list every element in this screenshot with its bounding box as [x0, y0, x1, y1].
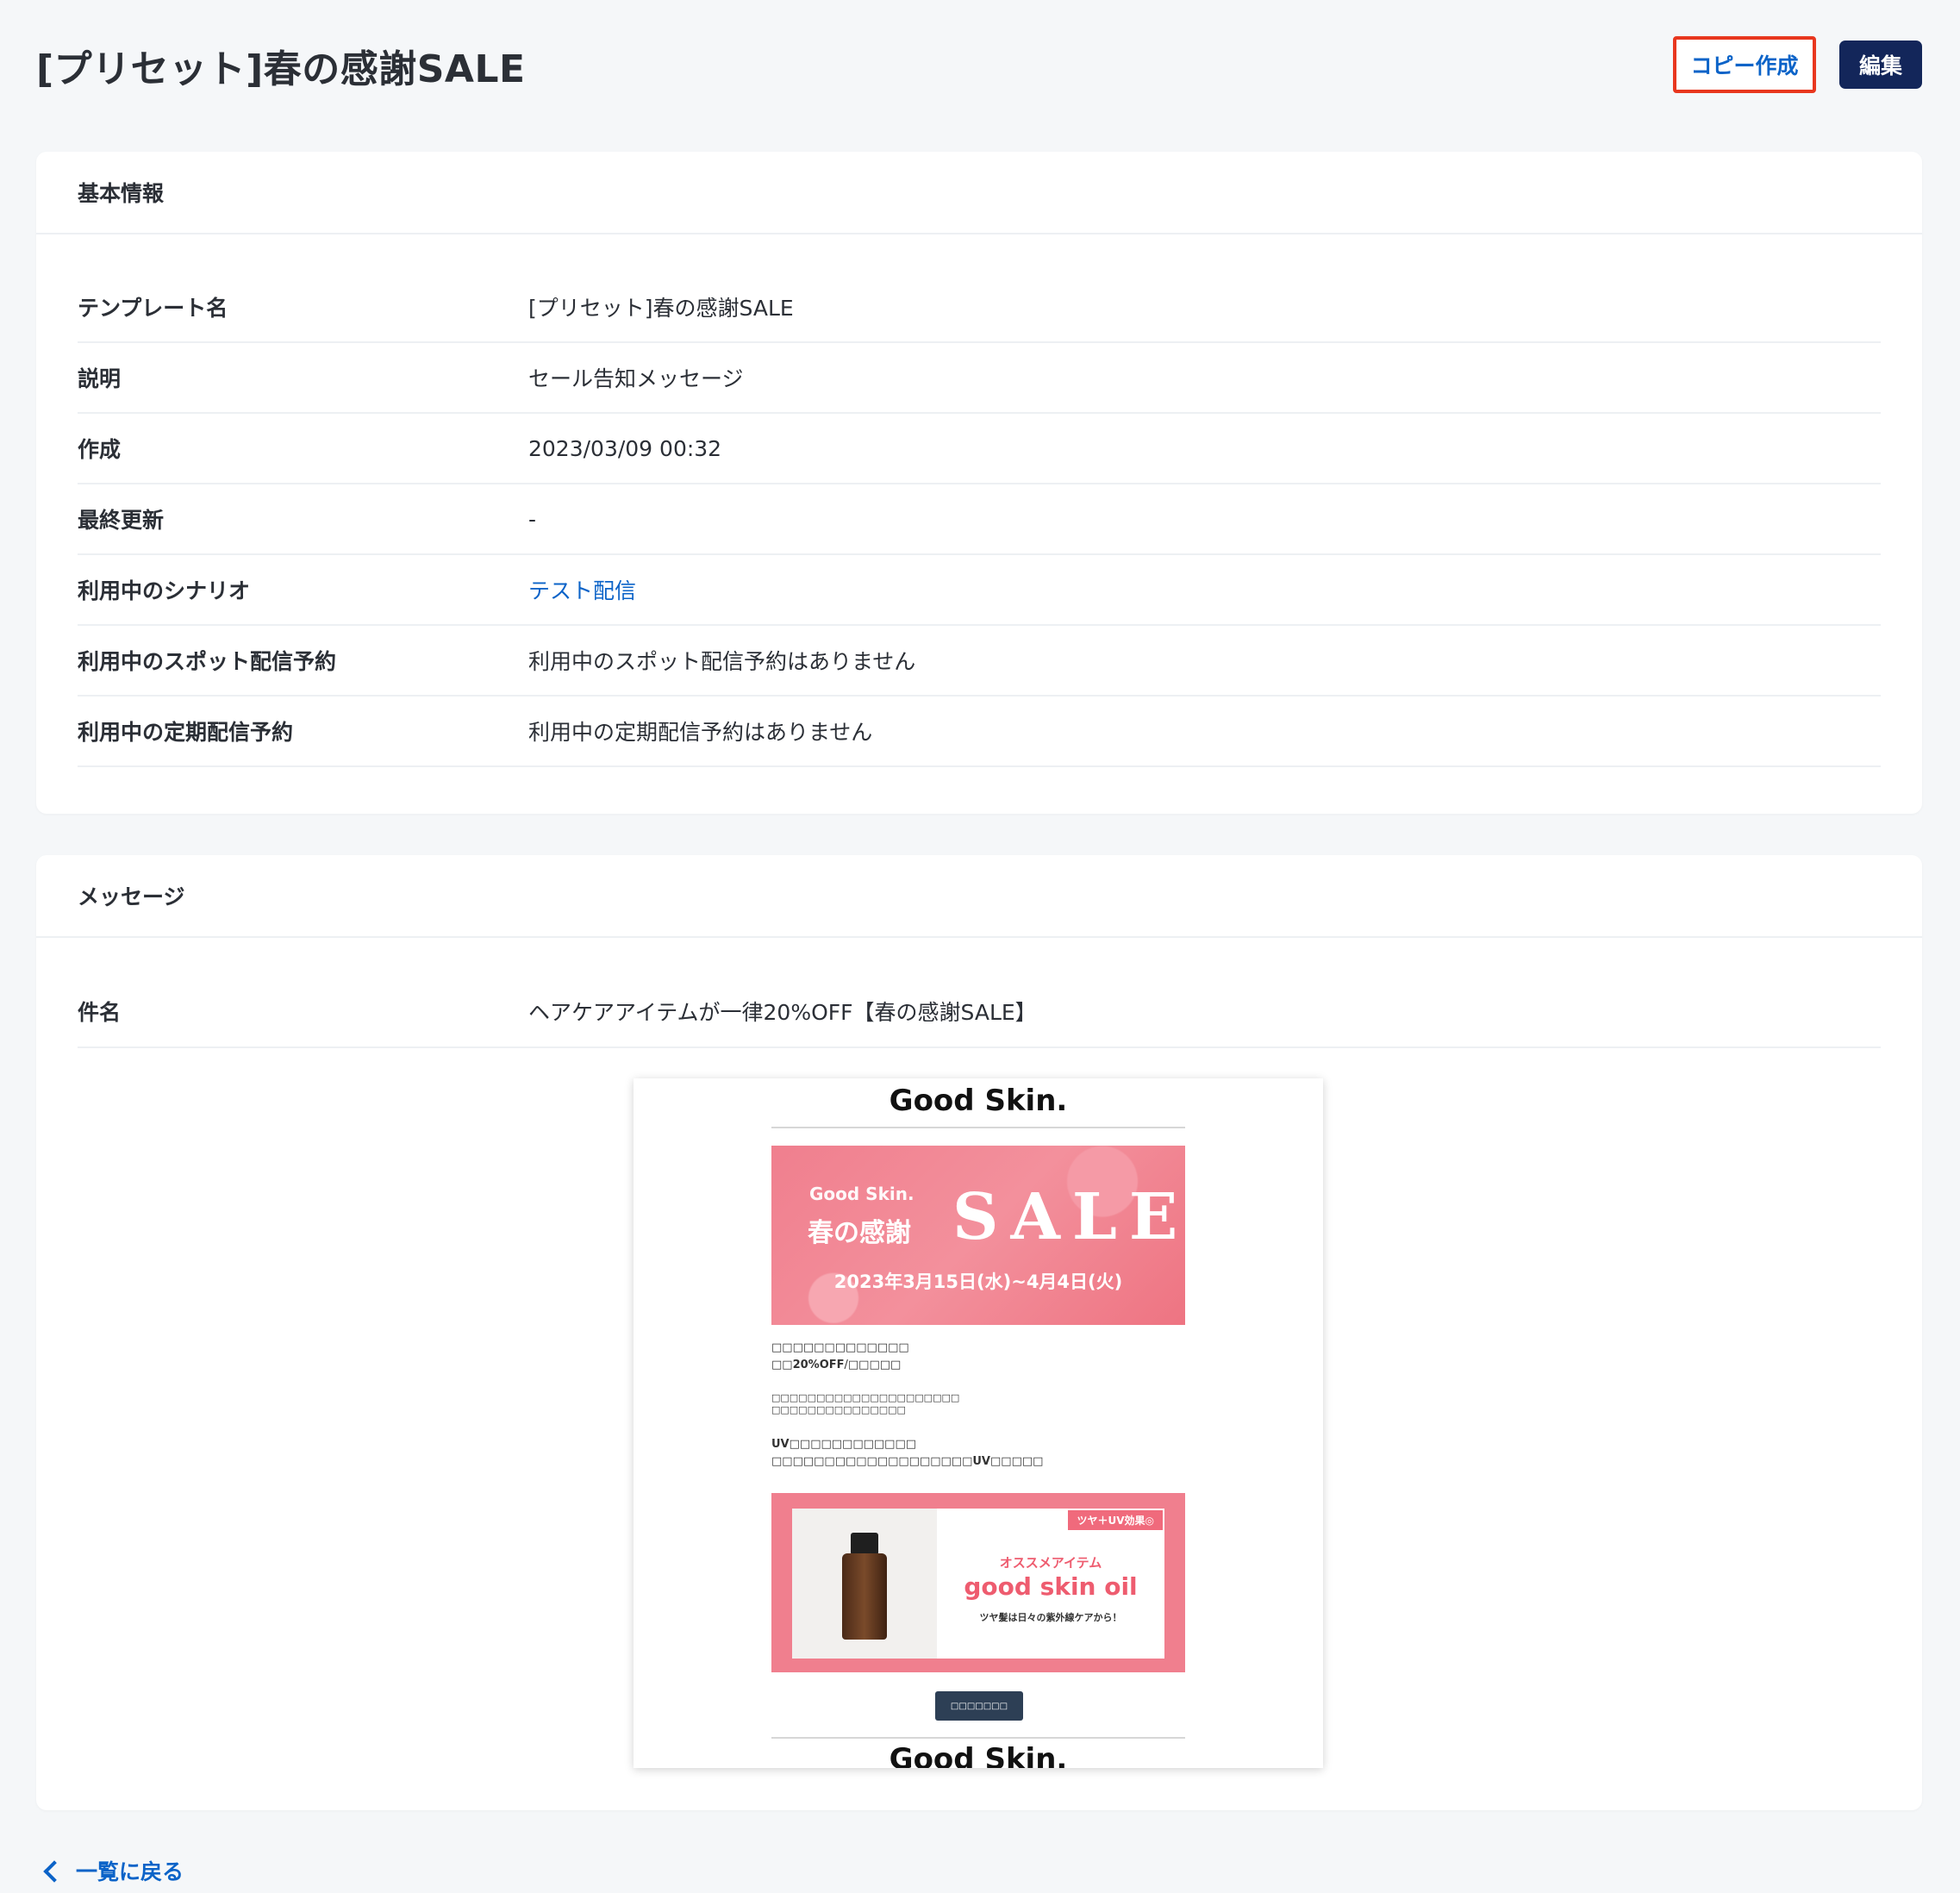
row-label: テンプレート名 [78, 296, 228, 321]
product-card: ツヤ＋UV効果◎ オススメアイテム good skin oil ツヤ髪は日々の紫… [792, 1509, 1164, 1659]
preview-text-line: □□□□□□□□□□□□□ [771, 1341, 909, 1354]
row-label: 件名 [78, 1000, 122, 1025]
edit-button[interactable]: 編集 [1839, 41, 1922, 89]
banner-spring: 春の感謝 [808, 1218, 911, 1248]
page-title: [プリセット]春の感謝SALE [36, 47, 526, 91]
row-created: 作成 2023/03/09 00:32 [78, 414, 1881, 484]
chevron-left-icon [43, 1860, 66, 1883]
scenario-link[interactable]: テスト配信 [528, 574, 636, 605]
preview-footer-logo: Good Skin. [889, 1742, 1068, 1768]
preview-product-banner: ツヤ＋UV効果◎ オススメアイテム good skin oil ツヤ髪は日々の紫… [771, 1493, 1185, 1672]
preview-text-bold: UV [771, 1438, 790, 1451]
oil-bottle-cap [851, 1533, 878, 1555]
product-photo [792, 1509, 937, 1659]
preview-sale-banner: Good Skin. 春の感謝 SALE 2023年3月15日(水)~4月4日(… [771, 1146, 1185, 1325]
preview-text-line: □□□□□□□□□□□□□□□□□□□UV□□□□□ [771, 1454, 1043, 1470]
row-value: - [528, 506, 537, 532]
row-subject: 件名 ヘアケアアイテムが一律20%OFF【春の感謝SALE】 [78, 976, 1881, 1048]
preview-divider [771, 1737, 1185, 1739]
row-label: 利用中の定期配信予約 [78, 720, 294, 745]
preview-text-line: UV□□□□□□□□□□□□ [771, 1437, 916, 1453]
back-to-list-link[interactable]: 一覧に戻る [43, 1855, 184, 1886]
basic-info-card: 基本情報 テンプレート名 [プリセット]春の感謝SALE 説明 セール告知メッセ… [36, 152, 1922, 814]
preview-text-part: □□□□□ [990, 1455, 1044, 1468]
preview-text-part: □□ [771, 1359, 793, 1371]
row-label: 作成 [78, 437, 122, 462]
preview-text-part: □□□□□□□□□□□□□□□□□□□ [771, 1455, 973, 1468]
copy-create-button[interactable]: コピー作成 [1673, 36, 1816, 93]
row-label: 利用中のシナリオ [78, 578, 251, 603]
row-value: 2023/03/09 00:32 [528, 435, 722, 461]
product-recommend: オススメアイテム [999, 1555, 1102, 1571]
message-rows: 件名 ヘアケアアイテムが一律20%OFF【春の感謝SALE】 [36, 938, 1922, 1048]
preview-text-part: □□□□□□□□□□□□ [789, 1438, 917, 1451]
basic-info-rows: テンプレート名 [プリセット]春の感謝SALE 説明 セール告知メッセージ 作成… [36, 234, 1922, 767]
row-recurring-delivery: 利用中の定期配信予約 利用中の定期配信予約はありません [78, 697, 1881, 767]
preview-divider [771, 1127, 1185, 1128]
preview-text-line: □□□□□□□□□□□□□□□ [771, 1404, 906, 1415]
row-value: セール告知メッセージ [528, 366, 744, 391]
row-scenario: 利用中のシナリオ テスト配信 [78, 555, 1881, 626]
row-label: 最終更新 [78, 508, 165, 533]
row-template-name: テンプレート名 [プリセット]春の感謝SALE [78, 272, 1881, 343]
banner-date: 2023年3月15日(水)~4月4日(火) [833, 1271, 1123, 1292]
preview-text-line: □□□□□□□□□□□□□□□□□□□□□ [771, 1392, 960, 1403]
row-value: ヘアケアアイテムが一律20%OFF【春の感謝SALE】 [528, 1000, 1037, 1025]
product-name: good skin oil [964, 1572, 1138, 1601]
row-spot-delivery: 利用中のスポット配信予約 利用中のスポット配信予約はありません [78, 626, 1881, 697]
basic-info-heading: 基本情報 [36, 152, 1922, 234]
row-label: 説明 [78, 366, 122, 391]
preview-cta-button: □□□□□□□ [935, 1691, 1023, 1721]
product-tag: ツヤ＋UV効果◎ [1068, 1510, 1163, 1530]
preview-logo: Good Skin. [889, 1084, 1068, 1118]
preview-text-bold: 20%OFF [792, 1359, 845, 1371]
banner-brand: Good Skin. [809, 1184, 914, 1204]
product-desc: ツヤ髪は日々の紫外線ケアから！ [979, 1612, 1122, 1623]
preview-text-bold: UV [972, 1455, 990, 1468]
row-value: 利用中の定期配信予約はありません [528, 720, 873, 745]
preview-text-line: □□20%OFF/□□□□□ [771, 1358, 901, 1373]
row-label: 利用中のスポット配信予約 [78, 649, 337, 674]
row-value: [プリセット]春の感謝SALE [528, 296, 794, 321]
back-to-list-label: 一覧に戻る [76, 1859, 184, 1884]
row-value: 利用中のスポット配信予約はありません [528, 649, 916, 674]
preview-text-part: /□□□□□ [844, 1359, 902, 1371]
row-last-updated: 最終更新 - [78, 484, 1881, 555]
message-heading: メッセージ [36, 855, 1922, 938]
banner-sale: SALE [952, 1180, 1190, 1254]
message-card: メッセージ 件名 ヘアケアアイテムが一律20%OFF【春の感謝SALE】 Goo… [36, 855, 1922, 1810]
oil-bottle-icon [842, 1553, 887, 1640]
row-description: 説明 セール告知メッセージ [78, 343, 1881, 414]
email-preview[interactable]: Good Skin. Good Skin. 春の感謝 SALE 2023年3月1… [634, 1078, 1323, 1768]
